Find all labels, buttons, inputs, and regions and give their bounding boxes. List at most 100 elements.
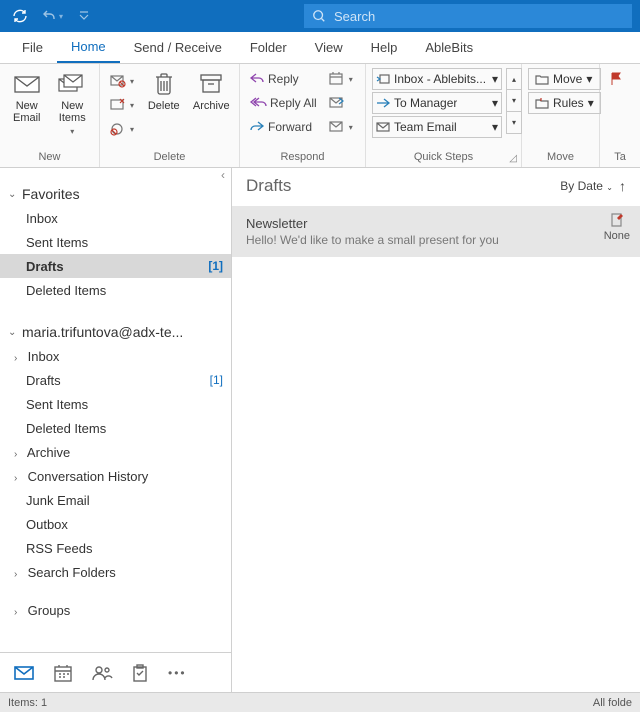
rules-label: Rules — [553, 96, 584, 110]
delete-button[interactable]: Delete — [142, 68, 185, 114]
folder-label: Junk Email — [26, 493, 90, 508]
folder-sent-items[interactable]: Sent Items — [0, 392, 231, 416]
message-flag-label: None — [604, 230, 630, 242]
forward-icon — [376, 98, 390, 108]
ribbon-group-delete: ▾ ▾ ▾ Delete Archive Delete — [100, 64, 240, 167]
folder-label: Outbox — [26, 517, 68, 532]
reply-button[interactable]: Reply — [246, 68, 321, 90]
chevron-down-icon[interactable]: ▾ — [492, 96, 498, 110]
ribbon-group-new: New Email New Items ▾ New — [0, 64, 100, 167]
people-icon[interactable] — [92, 665, 112, 681]
archive-button[interactable]: Archive — [190, 68, 233, 114]
folder-deleted-items[interactable]: Deleted Items — [0, 416, 231, 440]
sync-icon[interactable] — [8, 4, 32, 28]
folder-junk-email[interactable]: Junk Email — [0, 488, 231, 512]
folder-search-folders[interactable]: › Search Folders — [0, 560, 231, 584]
groups-title: Groups — [28, 603, 71, 618]
folder-deleted-items[interactable]: Deleted Items — [0, 278, 231, 302]
folder-icon — [535, 73, 549, 85]
message-preview: Hello! We'd like to make a small present… — [246, 233, 626, 247]
folder-drafts[interactable]: Drafts[1] — [0, 368, 231, 392]
sort-direction-icon[interactable]: ↑ — [619, 178, 626, 194]
new-email-button[interactable]: New Email — [6, 68, 48, 126]
share-button[interactable] — [325, 92, 357, 114]
dialog-launcher-icon[interactable]: ◿ — [509, 153, 517, 164]
junk-button[interactable]: ▾ — [106, 118, 138, 140]
quicksteps-more[interactable]: ▾ — [506, 112, 522, 134]
chevron-down-icon[interactable]: ▾ — [492, 120, 498, 134]
folder-inbox[interactable]: Inbox — [0, 206, 231, 230]
tab-send-receive[interactable]: Send / Receive — [120, 32, 236, 63]
menu-bar: File Home Send / Receive Folder View Hel… — [0, 32, 640, 64]
ribbon-group-respond: Reply Reply All Forward ▾ ▾ Respond — [240, 64, 366, 167]
cleanup-button[interactable]: ▾ — [106, 94, 138, 116]
folder-inbox[interactable]: › Inbox — [0, 344, 231, 368]
junk-icon — [110, 122, 126, 136]
move-button[interactable]: Move▾ — [528, 68, 601, 90]
message-item[interactable]: Newsletter Hello! We'd like to make a sm… — [232, 206, 640, 257]
folder-title: Drafts — [246, 176, 291, 196]
more-nav-icon[interactable]: ••• — [168, 666, 187, 680]
tab-folder[interactable]: Folder — [236, 32, 301, 63]
tasks-icon[interactable] — [132, 664, 148, 682]
draft-pencil-icon — [610, 212, 624, 228]
main-area: ‹ ⌄Favorites Inbox Sent Items Drafts[1] … — [0, 168, 640, 692]
folder-archive[interactable]: › Archive — [0, 440, 231, 464]
undo-icon[interactable]: ▾ — [40, 4, 64, 28]
folder-label: Sent Items — [26, 397, 88, 412]
folder-label: RSS Feeds — [26, 541, 92, 556]
customize-qat-icon[interactable] — [72, 4, 96, 28]
envelope-icon — [13, 70, 41, 98]
calendar-icon[interactable] — [54, 664, 72, 682]
tab-file[interactable]: File — [8, 32, 57, 63]
folder-sent-items[interactable]: Sent Items — [0, 230, 231, 254]
ribbon-group-label: Move — [522, 149, 599, 167]
favorites-header[interactable]: ⌄Favorites — [0, 182, 231, 206]
new-items-button[interactable]: New Items ▾ — [52, 68, 94, 140]
folder-label: Drafts — [26, 259, 64, 274]
chevron-down-icon: ⌄ — [8, 189, 18, 200]
folder-drafts[interactable]: Drafts[1] — [0, 254, 231, 278]
meeting-button[interactable]: ▾ — [325, 68, 357, 90]
quickstep-item[interactable]: Team Email▾ — [372, 116, 502, 138]
folder-label: Sent Items — [26, 235, 88, 250]
account-header[interactable]: ⌄maria.trifuntova@adx-te... — [0, 320, 231, 344]
tab-home[interactable]: Home — [57, 32, 120, 63]
cleanup-icon — [110, 98, 126, 112]
quicksteps-scroll-up[interactable]: ▴ — [506, 68, 522, 90]
content-header: Drafts By Date ⌄ ↑ — [232, 168, 640, 196]
folder-rss-feeds[interactable]: RSS Feeds — [0, 536, 231, 560]
tag-button[interactable] — [606, 68, 626, 90]
collapse-nav-icon[interactable]: ‹ — [0, 168, 231, 182]
reply-all-button[interactable]: Reply All — [246, 92, 321, 114]
nav-bottom-bar: ••• — [0, 652, 231, 692]
quickstep-item[interactable]: To Manager▾ — [372, 92, 502, 114]
folder-label: Conversation History — [28, 469, 149, 484]
chevron-down-icon[interactable]: ▾ — [492, 72, 498, 86]
ribbon-group-label: Ta — [600, 149, 640, 167]
new-items-label: New Items — [59, 100, 86, 124]
search-input[interactable] — [334, 9, 624, 24]
flag-icon — [610, 72, 622, 86]
quicksteps-scroll-down[interactable]: ▾ — [506, 90, 522, 112]
tab-view[interactable]: View — [301, 32, 357, 63]
tab-ablebits[interactable]: AbleBits — [411, 32, 487, 63]
ribbon-group-label: Respond — [240, 149, 365, 167]
mail-icon[interactable] — [14, 665, 34, 681]
folder-conversation-history[interactable]: › Conversation History — [0, 464, 231, 488]
forward-button[interactable]: Forward — [246, 116, 321, 138]
folder-outbox[interactable]: Outbox — [0, 512, 231, 536]
share-icon — [329, 96, 345, 110]
search-box[interactable] — [304, 4, 632, 28]
ribbon-group-tags: Ta — [600, 64, 640, 167]
groups-header[interactable]: › Groups — [0, 598, 231, 622]
sort-button[interactable]: By Date ⌄ — [560, 179, 613, 193]
ignore-button[interactable]: ▾ — [106, 70, 138, 92]
more-respond-button[interactable]: ▾ — [325, 116, 357, 138]
ribbon: New Email New Items ▾ New ▾ ▾ ▾ Delete — [0, 64, 640, 168]
forward-icon — [250, 121, 264, 133]
envelope-icon — [376, 121, 390, 133]
rules-button[interactable]: Rules▾ — [528, 92, 601, 114]
tab-help[interactable]: Help — [357, 32, 412, 63]
quickstep-item[interactable]: Inbox - Ablebits...▾ — [372, 68, 502, 90]
